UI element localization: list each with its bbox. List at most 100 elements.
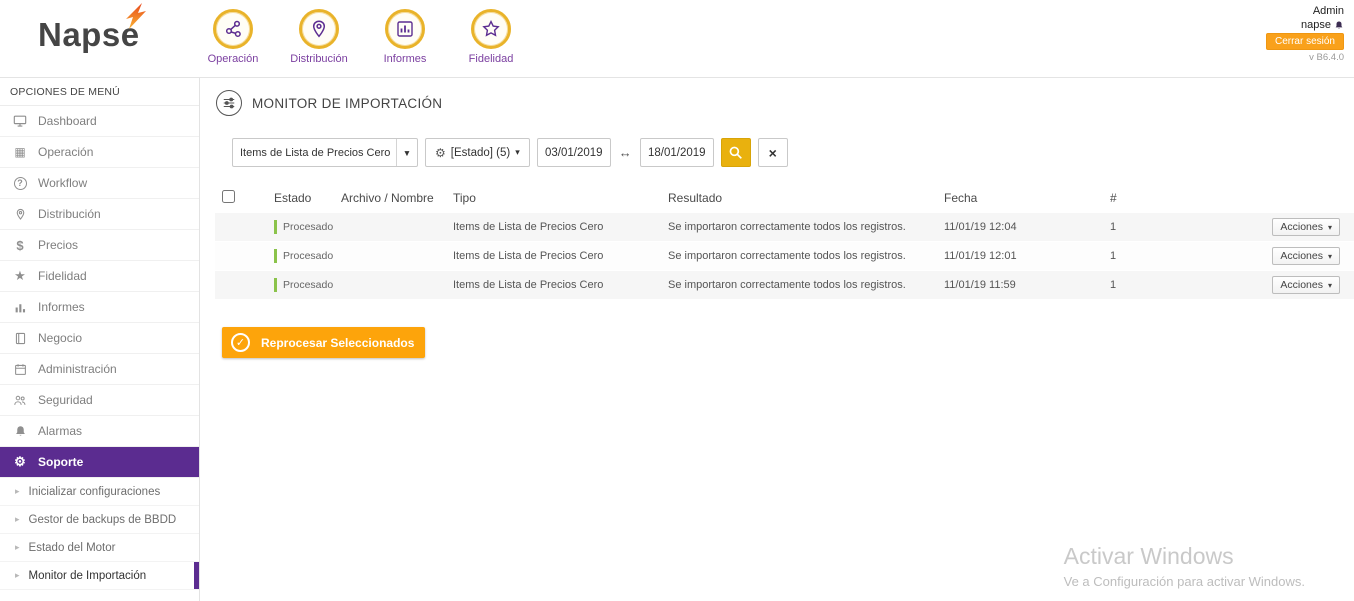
import-table: Estado Archivo / Nombre Tipo Resultado F… (215, 183, 1354, 300)
sidebar-item-administracion[interactable]: Administración (0, 354, 199, 385)
top-header: Napse Operación (0, 0, 1354, 78)
watermark-title: Activar Windows (1064, 543, 1305, 570)
caret-down-icon: ▾ (1328, 223, 1332, 232)
app-root: Napse Operación (0, 0, 1354, 601)
sidebar-subitem-monitor-de-importacion[interactable]: ▸ Monitor de Importación (0, 562, 199, 590)
sidebar-item-label: Precios (38, 238, 78, 252)
sidebar-item-label: Fidelidad (38, 269, 87, 283)
sidebar-item-workflow[interactable]: ? Workflow (0, 168, 199, 199)
nav-label: Fidelidad (469, 53, 514, 65)
grid-icon: ▦ (12, 145, 28, 159)
acciones-button[interactable]: Acciones ▾ (1272, 276, 1340, 294)
table-row: Procesado Items de Lista de Precios Cero… (215, 242, 1354, 271)
sidebar: OPCIONES DE MENÚ Dashboard ▦ Operación ?… (0, 78, 200, 601)
user-name-text: napse (1301, 19, 1331, 31)
page-body: OPCIONES DE MENÚ Dashboard ▦ Operación ?… (0, 78, 1354, 601)
bar-chart-icon (12, 301, 28, 314)
nav-fidelidad[interactable]: Fidelidad (463, 9, 519, 65)
date-from-input[interactable] (537, 138, 611, 167)
cell-tipo: Items de Lista de Precios Cero (453, 279, 668, 291)
dollar-icon: $ (12, 238, 28, 253)
bell-icon (12, 425, 28, 438)
sidebar-item-negocio[interactable]: Negocio (0, 323, 199, 354)
cell-resultado: Se importaron correctamente todos los re… (668, 279, 944, 291)
sidebar-item-label: Alarmas (38, 424, 82, 438)
page-title: MONITOR DE IMPORTACIÓN (216, 90, 1354, 116)
module-nav: Operación Distribución I (205, 0, 519, 65)
status-badge: Procesado (274, 249, 341, 263)
nav-label: Informes (384, 53, 427, 65)
sidebar-item-label: Informes (38, 300, 85, 314)
filter-bar: Items de Lista de Precios Cero ▼ ⚙ [Esta… (232, 138, 1354, 167)
sidebar-item-fidelidad[interactable]: ★ Fidelidad (0, 261, 199, 292)
book-icon (12, 332, 28, 345)
clear-filters-button[interactable]: × (758, 138, 788, 167)
sidebar-subitem-estado-del-motor[interactable]: ▸ Estado del Motor (0, 534, 199, 562)
sidebar-item-precios[interactable]: $ Precios (0, 230, 199, 261)
date-to-input[interactable] (640, 138, 714, 167)
status-color-bar (274, 220, 277, 234)
sidebar-item-label: Dashboard (38, 114, 97, 128)
gear-icon: ⚙ (12, 454, 28, 470)
user-role: Admin (1313, 5, 1344, 17)
reprocess-label: Reprocesar Seleccionados (261, 336, 414, 350)
user-name: napse (1301, 19, 1344, 31)
cell-fecha: 11/01/19 11:59 (944, 279, 1110, 291)
sidebar-item-soporte[interactable]: ⚙ Soporte (0, 447, 199, 478)
caret-right-icon: ▸ (15, 514, 20, 525)
logout-button[interactable]: Cerrar sesión (1266, 33, 1344, 50)
nav-operacion[interactable]: Operación (205, 9, 261, 65)
col-header-resultado: Resultado (668, 191, 944, 205)
reprocess-selected-button[interactable]: ✓ Reprocesar Seleccionados (222, 327, 425, 358)
users-icon (12, 394, 28, 407)
cell-resultado: Se importaron correctamente todos los re… (668, 250, 944, 262)
sidebar-item-distribucion[interactable]: Distribución (0, 199, 199, 230)
sidebar-item-operacion[interactable]: ▦ Operación (0, 137, 199, 168)
sidebar-item-seguridad[interactable]: Seguridad (0, 385, 199, 416)
status-badge: Procesado (274, 220, 341, 234)
nav-informes[interactable]: Informes (377, 9, 433, 65)
table-row: Procesado Items de Lista de Precios Cero… (215, 213, 1354, 242)
star-icon: ★ (12, 268, 28, 284)
chevron-down-icon: ▼ (396, 139, 417, 166)
monitor-icon (12, 114, 28, 128)
acciones-button[interactable]: Acciones ▾ (1272, 218, 1340, 236)
sidebar-item-informes[interactable]: Informes (0, 292, 199, 323)
close-icon: × (769, 145, 777, 161)
sidebar-item-dashboard[interactable]: Dashboard (0, 106, 199, 137)
cell-fecha: 11/01/19 12:04 (944, 221, 1110, 233)
sidebar-item-alarmas[interactable]: Alarmas (0, 416, 199, 447)
acciones-button[interactable]: Acciones ▾ (1272, 247, 1340, 265)
star-icon (471, 9, 511, 49)
status-color-bar (274, 249, 277, 263)
import-type-select[interactable]: Items de Lista de Precios Cero ▼ (232, 138, 418, 167)
estado-filter-button[interactable]: ⚙ [Estado] (5) ▾ (425, 138, 530, 167)
caret-down-icon: ▾ (1328, 281, 1332, 290)
map-pin-icon (12, 208, 28, 221)
bar-chart-icon (385, 9, 425, 49)
sidebar-item-label: Administración (38, 362, 117, 376)
user-block: Admin napse Cerrar sesión v B6.4.0 (1266, 0, 1354, 63)
gear-icon: ⚙ (435, 146, 446, 160)
sidebar-subitem-inicializar-configuraciones[interactable]: ▸ Inicializar configuraciones (0, 478, 199, 506)
caret-down-icon: ▾ (515, 147, 520, 158)
table-body: Procesado Items de Lista de Precios Cero… (215, 213, 1354, 300)
cell-num: 1 (1110, 279, 1180, 291)
question-icon: ? (12, 177, 28, 190)
caret-right-icon: ▸ (15, 570, 20, 581)
nav-distribucion[interactable]: Distribución (291, 9, 347, 65)
search-button[interactable] (721, 138, 751, 167)
search-icon (728, 145, 743, 160)
bell-icon[interactable] (1334, 20, 1344, 31)
page-title-text: MONITOR DE IMPORTACIÓN (252, 96, 442, 111)
sidebar-item-label: Soporte (38, 455, 83, 469)
sidebar-subitem-gestor-backups[interactable]: ▸ Gestor de backups de BBDD (0, 506, 199, 534)
select-all-checkbox[interactable] (222, 190, 235, 203)
estado-filter-label: [Estado] (5) (451, 147, 510, 159)
caret-right-icon: ▸ (15, 542, 20, 553)
status-badge: Procesado (274, 278, 341, 292)
sidebar-title: OPCIONES DE MENÚ (0, 78, 199, 106)
cell-num: 1 (1110, 250, 1180, 262)
col-header-archivo: Archivo / Nombre (341, 191, 453, 205)
nav-label: Operación (208, 53, 259, 65)
